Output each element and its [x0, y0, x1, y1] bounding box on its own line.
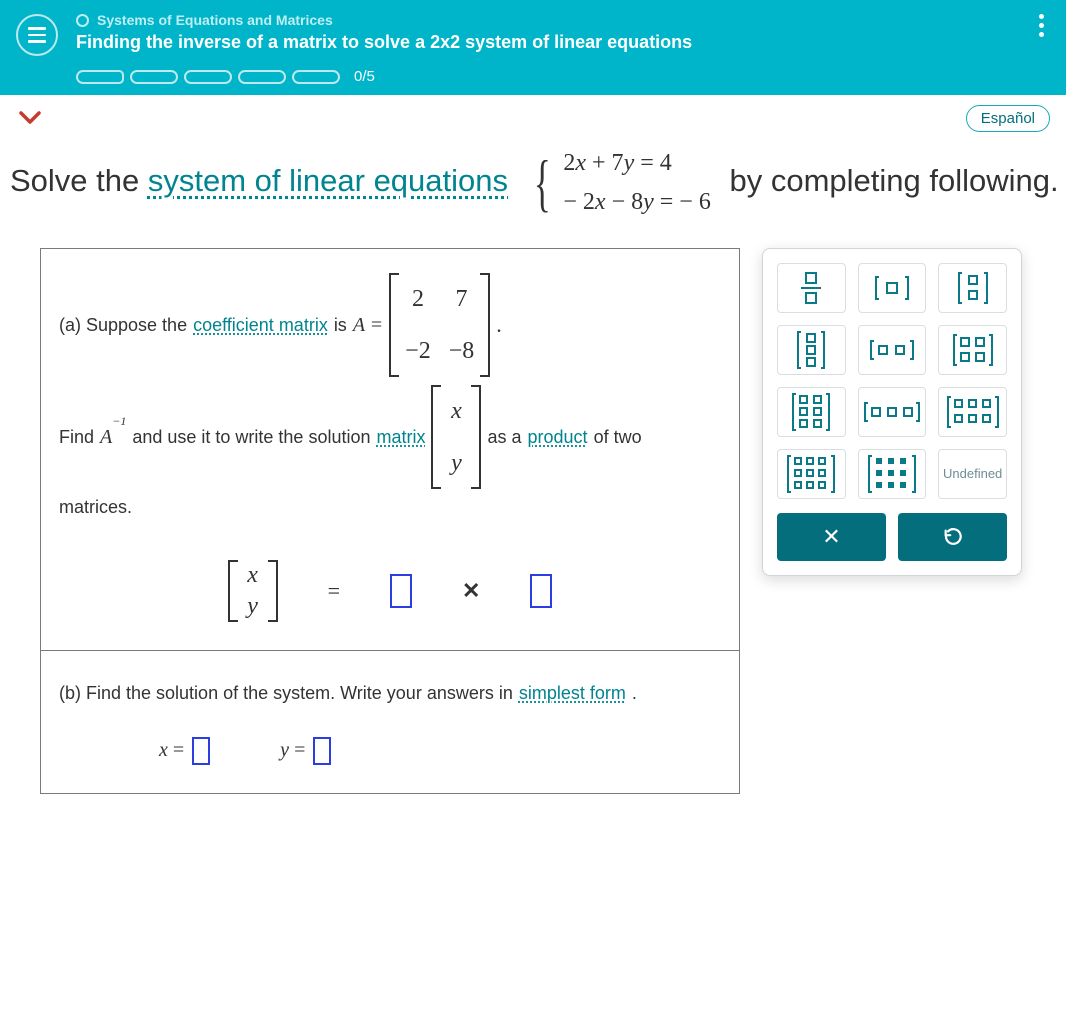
progress-bar: 0/5	[76, 68, 1050, 85]
keypad-matrix-1x1[interactable]	[858, 263, 927, 313]
text: and use it to write the solution	[132, 419, 370, 455]
glossary-link[interactable]: system of linear equations	[148, 163, 508, 198]
menu-button[interactable]	[16, 14, 58, 56]
glossary-link[interactable]: coefficient matrix	[193, 307, 328, 343]
keypad-matrix-2x2[interactable]	[938, 325, 1007, 375]
matrix-keypad: Undefined ✕	[762, 248, 1022, 576]
prompt-text: Solve the	[10, 163, 148, 198]
keypad-matrix-2x1[interactable]	[938, 263, 1007, 313]
xy-vector: x y	[431, 385, 481, 489]
collapse-chevron-icon[interactable]	[16, 106, 44, 132]
lesson-title: Finding the inverse of a matrix to solve…	[76, 32, 1050, 53]
lesson-header: Systems of Equations and Matrices Findin…	[0, 0, 1066, 95]
breadcrumb-text: Systems of Equations and Matrices	[97, 12, 333, 28]
keypad-matrix-3x1[interactable]	[777, 325, 846, 375]
text: of two	[594, 419, 642, 455]
progress-seg	[238, 70, 286, 84]
progress-seg	[130, 70, 178, 84]
multiply-icon: ✕	[462, 578, 480, 604]
keypad-matrix-1x3[interactable]	[858, 387, 927, 437]
keypad-matrix-3x3[interactable]	[777, 449, 846, 499]
progress-seg	[292, 70, 340, 84]
matrix-input-1[interactable]	[390, 574, 412, 608]
keypad-matrix-2x3[interactable]	[938, 387, 1007, 437]
progress-text: 0/5	[354, 68, 375, 85]
problem-statement: Solve the system of linear equations { 2…	[0, 142, 1066, 220]
language-button[interactable]: Español	[966, 105, 1050, 132]
breadcrumb-icon	[76, 14, 89, 27]
problem-box: (a) Suppose the coefficient matrix is A …	[40, 248, 740, 794]
text: matrices.	[59, 489, 721, 525]
text: is	[334, 307, 347, 343]
text: (b) Find the solution of the system. Wri…	[59, 675, 513, 711]
more-button[interactable]	[1026, 10, 1056, 40]
text: Find	[59, 419, 94, 455]
x-input[interactable]	[192, 737, 210, 765]
keypad-matrix-1x2[interactable]	[858, 325, 927, 375]
part-a: (a) Suppose the coefficient matrix is A …	[41, 249, 739, 651]
keypad-fraction[interactable]	[777, 263, 846, 313]
prompt-text: following.	[929, 163, 1058, 198]
glossary-link[interactable]: matrix	[376, 419, 425, 455]
y-input[interactable]	[313, 737, 331, 765]
keypad-reset-button[interactable]	[898, 513, 1007, 561]
prompt-text: by completing	[729, 163, 920, 198]
part-b: (b) Find the solution of the system. Wri…	[41, 651, 739, 793]
progress-seg	[76, 70, 124, 84]
a-inverse: A−1	[100, 417, 126, 457]
equals: =	[328, 578, 340, 604]
text: A =	[353, 305, 383, 345]
coefficient-matrix: 2 7 −2 −8	[389, 273, 490, 377]
glossary-link[interactable]: simplest form	[519, 675, 626, 711]
progress-seg	[184, 70, 232, 84]
keypad-matrix-3x2[interactable]	[777, 387, 846, 437]
breadcrumb: Systems of Equations and Matrices	[76, 12, 1050, 28]
keypad-undefined[interactable]: Undefined	[938, 449, 1007, 499]
keypad-clear-button[interactable]: ✕	[777, 513, 886, 561]
text: .	[632, 675, 637, 711]
text: as a	[487, 419, 521, 455]
matrix-input-2[interactable]	[530, 574, 552, 608]
glossary-link[interactable]: product	[528, 419, 588, 455]
matrix-product-row: x y = ✕	[59, 560, 721, 622]
xy-vector: x y	[228, 560, 278, 622]
keypad-matrix-3x3-alt[interactable]	[858, 449, 927, 499]
text: (a) Suppose the	[59, 307, 187, 343]
